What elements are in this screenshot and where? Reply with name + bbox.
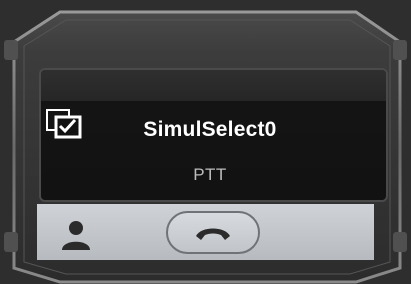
channel-name: SimulSelect0 bbox=[143, 118, 277, 141]
end-call-icon bbox=[196, 228, 230, 240]
multi-select-checkbox-icon[interactable] bbox=[44, 107, 86, 139]
user-icon[interactable] bbox=[56, 218, 96, 252]
display-header-band bbox=[41, 70, 386, 101]
ptt-channel-widget: SimulSelect0 PTT bbox=[0, 0, 411, 284]
mode-label: PTT bbox=[193, 165, 227, 184]
end-call-button[interactable] bbox=[166, 211, 260, 254]
